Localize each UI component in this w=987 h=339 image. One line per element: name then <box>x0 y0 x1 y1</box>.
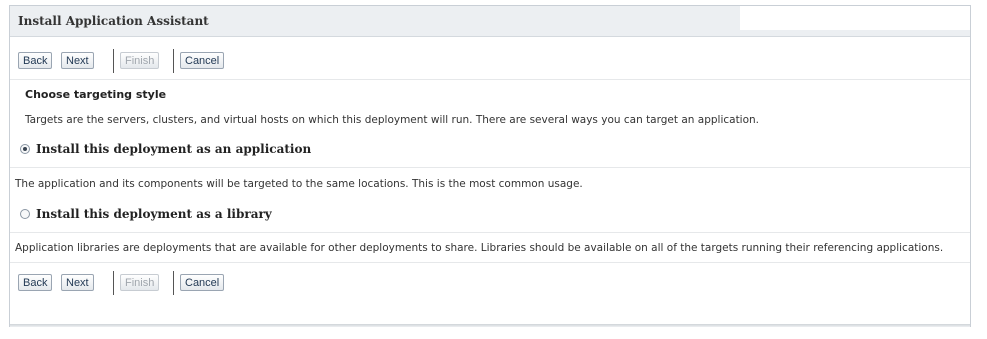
option-application-label[interactable]: Install this deployment as an applicatio… <box>36 142 311 156</box>
option-library[interactable]: Install this deployment as a library <box>20 207 420 223</box>
section-description: Targets are the servers, clusters, and v… <box>25 114 760 126</box>
install-assistant-panel: Install Application Assistant Back Next … <box>9 5 971 327</box>
radio-application[interactable] <box>20 144 30 154</box>
cancel-button[interactable]: Cancel <box>180 274 225 291</box>
option-library-label[interactable]: Install this deployment as a library <box>36 207 272 221</box>
next-button[interactable]: Next <box>61 274 94 291</box>
toolbar-separator <box>113 49 114 73</box>
divider <box>10 167 970 168</box>
option-application-description: The application and its components will … <box>15 178 583 190</box>
finish-button[interactable]: Finish <box>120 274 160 291</box>
toolbar-separator <box>173 271 174 295</box>
divider <box>10 79 970 80</box>
section-title: Choose targeting style <box>25 88 167 101</box>
back-button[interactable]: Back <box>18 274 53 291</box>
divider <box>10 262 970 263</box>
panel-title: Install Application Assistant <box>18 14 209 28</box>
option-library-description: Application libraries are deployments th… <box>15 242 944 254</box>
next-button[interactable]: Next <box>61 52 94 69</box>
toolbar-separator <box>173 49 174 73</box>
back-button[interactable]: Back <box>18 52 53 69</box>
finish-button[interactable]: Finish <box>120 52 160 69</box>
header-right-area <box>740 6 970 30</box>
toolbar-separator <box>113 271 114 295</box>
option-application[interactable]: Install this deployment as an applicatio… <box>20 142 420 158</box>
radio-selected-dot <box>23 147 27 151</box>
panel-bottom-edge <box>10 324 970 327</box>
divider <box>10 232 970 233</box>
cancel-button[interactable]: Cancel <box>180 52 225 69</box>
radio-library[interactable] <box>20 209 30 219</box>
